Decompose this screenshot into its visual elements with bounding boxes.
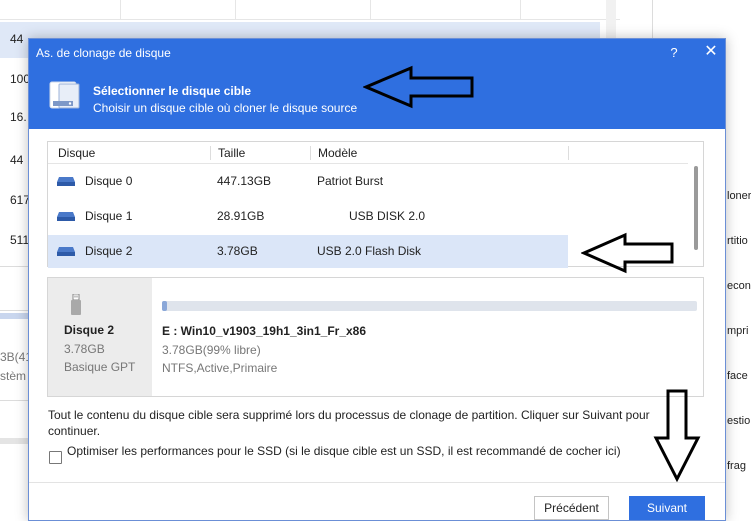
step-subtitle: Choisir un disque cible où cloner le dis… (93, 101, 358, 115)
table-scrollbar-thumb[interactable] (694, 166, 698, 250)
ssd-optimize-label[interactable]: Optimiser les performances pour le SSD (… (67, 444, 621, 458)
partition-free-space: 3.78GB(99% libre) (162, 343, 261, 357)
toolbar-separator (520, 0, 521, 20)
selected-disk-type: Basique GPT (64, 360, 136, 374)
column-separator[interactable] (310, 146, 311, 160)
background-row-label: 16. (10, 110, 27, 124)
help-button[interactable]: ? (667, 45, 681, 60)
usb-drive-icon (71, 294, 81, 315)
background-menu-item[interactable]: loner (727, 190, 751, 202)
toolbar-separator (120, 0, 121, 20)
clone-disk-dialog: As. de clonage de disque ? ✕ Sélectionne… (28, 38, 726, 521)
background-menu-item[interactable]: mpri (727, 325, 748, 337)
partition-usage-bar (162, 301, 697, 311)
table-row[interactable]: Disque 0 447.13GB Patriot Burst (48, 165, 568, 198)
toolbar-separator (370, 0, 371, 20)
next-button[interactable]: Suivant (629, 496, 705, 520)
partition-usage-fill (162, 301, 167, 311)
background-text: stèm (0, 369, 27, 383)
column-header-model[interactable]: Modèle (318, 146, 357, 160)
left-arrow-annotation-icon (363, 65, 474, 109)
step-title: Sélectionner le disque cible (93, 84, 252, 98)
disk-summary: Disque 2 3.78GB Basique GPT (48, 278, 152, 396)
selected-disk-size: 3.78GB (64, 342, 105, 356)
partition-filesystem: NTFS,Active,Primaire (162, 361, 278, 375)
background-bar (0, 313, 28, 319)
footer-divider (29, 482, 725, 483)
background-divider (0, 310, 30, 311)
background-toolbar (0, 0, 620, 20)
down-arrow-annotation-icon (653, 389, 701, 482)
table-row[interactable]: Disque 1 28.91GB USB DISK 2.0 (48, 200, 568, 233)
disk-name: Disque 2 (85, 244, 133, 258)
table-header: Disque Taille Modèle (48, 142, 688, 164)
dialog-title: As. de clonage de disque (36, 46, 171, 60)
background-menu-item[interactable]: frag (727, 460, 746, 472)
hard-disk-icon (57, 212, 75, 221)
column-separator[interactable] (210, 146, 211, 160)
ssd-optimize-checkbox[interactable] (49, 451, 62, 464)
column-header-size[interactable]: Taille (218, 146, 245, 160)
background-row-label: 44 (10, 153, 24, 167)
hard-disk-icon (57, 247, 75, 256)
warning-text: Tout le contenu du disque cible sera sup… (48, 408, 650, 438)
background-divider (0, 400, 30, 401)
disk-size: 3.78GB (217, 244, 258, 258)
dialog-header: As. de clonage de disque ? ✕ Sélectionne… (29, 39, 725, 129)
column-separator[interactable] (568, 146, 569, 160)
disk-name: Disque 0 (85, 174, 133, 188)
background-row-label: 511 (10, 233, 30, 247)
background-menu-item[interactable]: econ (727, 280, 751, 292)
disk-size: 447.13GB (217, 174, 272, 188)
disk-size: 28.91GB (217, 209, 265, 223)
column-header-disk[interactable]: Disque (58, 146, 95, 160)
disk-model: USB 2.0 Flash Disk (317, 244, 422, 258)
close-button[interactable]: ✕ (703, 44, 719, 60)
hard-disk-icon (57, 177, 75, 186)
target-disk-icon (49, 81, 80, 109)
previous-button[interactable]: Précédent (534, 496, 609, 520)
partition-label: E : Win10_v1903_19h1_3in1_Fr_x86 (162, 324, 367, 338)
disk-detail-panel: Disque 2 3.78GB Basique GPT E : Win10_v1… (47, 277, 704, 397)
background-menu-item[interactable]: rtitio (727, 235, 748, 247)
disk-model: Patriot Burst (317, 174, 384, 188)
disk-name: Disque 1 (85, 209, 133, 223)
toolbar-separator (235, 0, 236, 20)
background-menu-item[interactable]: estio (727, 415, 750, 427)
background-menu-item[interactable]: face (727, 370, 748, 382)
background-bar (0, 438, 28, 444)
table-row-selected[interactable]: Disque 2 3.78GB USB 2.0 Flash Disk (48, 235, 568, 268)
left-arrow-annotation-icon (581, 232, 674, 274)
disk-model: USB DISK 2.0 (349, 209, 426, 223)
background-row-label: 44 (10, 32, 24, 46)
selected-disk-name: Disque 2 (64, 323, 115, 337)
